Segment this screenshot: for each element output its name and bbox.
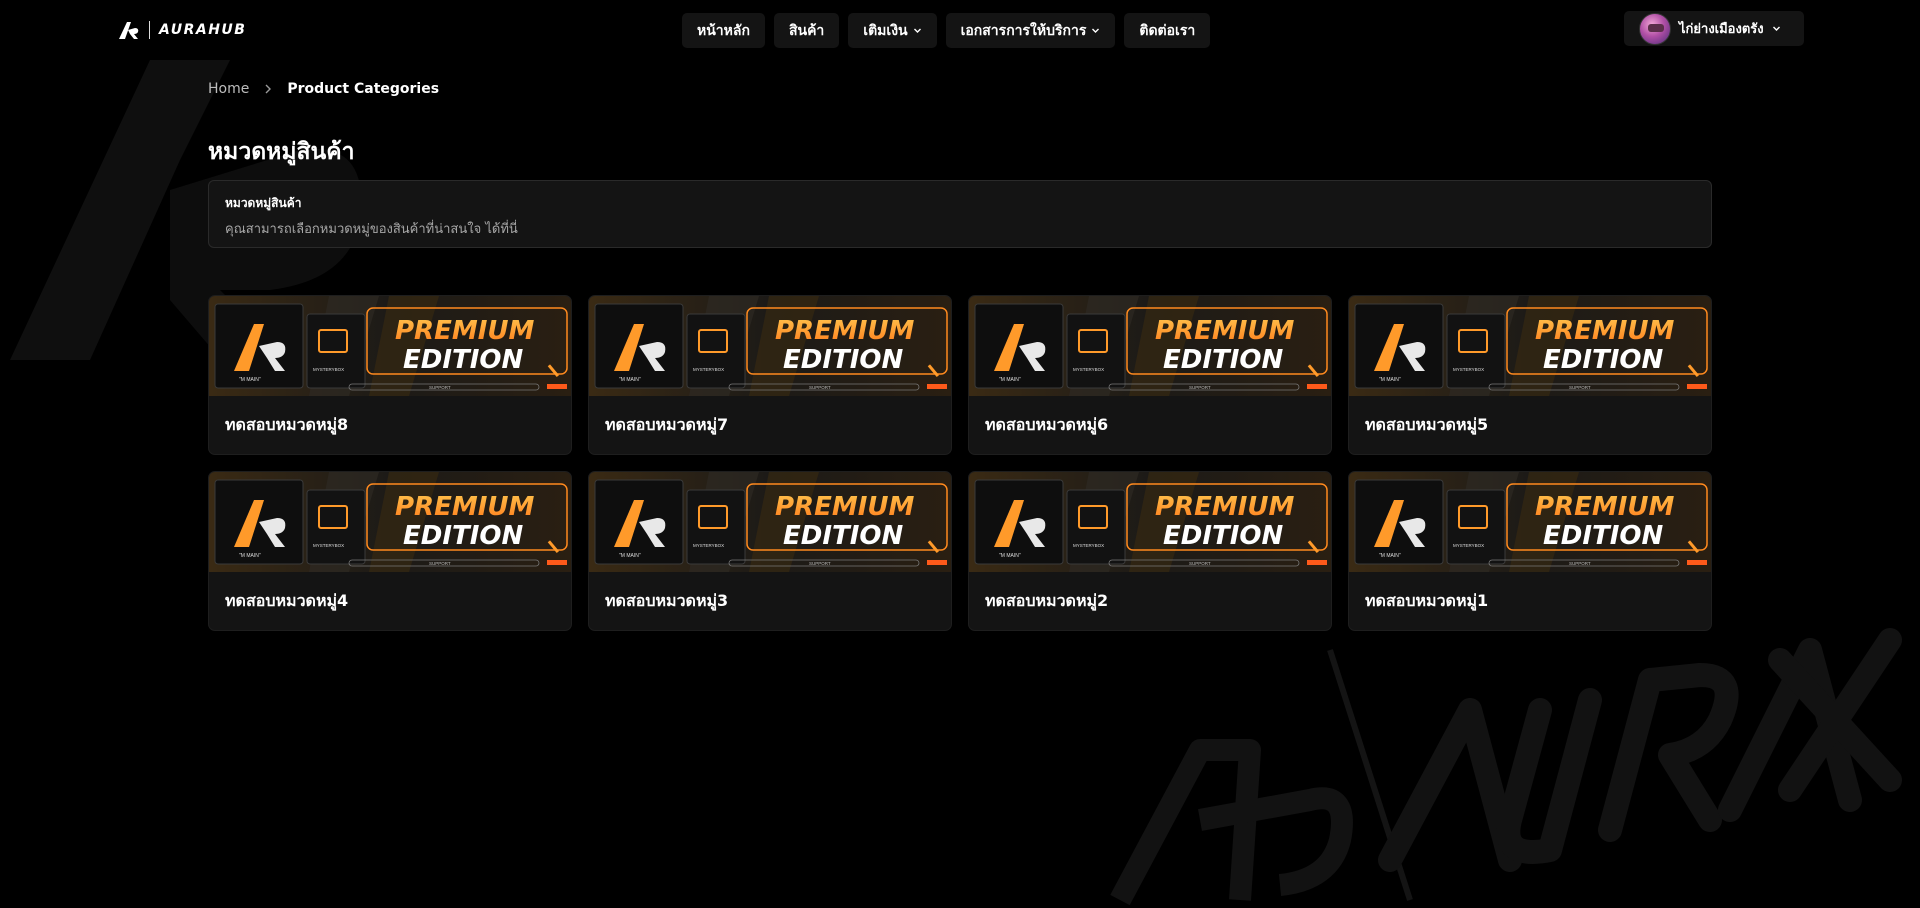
- category-banner-image: "M MAIN" MYSTERYBOX PREMIUM EDITION SUPP…: [1349, 472, 1711, 572]
- banner-support-text: SUPPORT: [809, 385, 831, 390]
- category-card-title: ทดสอบหมวดหมู่7: [605, 414, 729, 434]
- profile-menu-button[interactable]: ไก่ย่างเมืองตรัง: [1624, 11, 1804, 46]
- nav-contact-label: ติดต่อเรา: [1139, 22, 1196, 39]
- svg-text:MYSTERYBOX: MYSTERYBOX: [1453, 367, 1484, 372]
- svg-text:"M MAIN": "M MAIN": [619, 553, 641, 559]
- breadcrumb-home-link[interactable]: Home: [208, 81, 249, 97]
- nav-products[interactable]: สินค้า: [773, 13, 840, 48]
- banner-edition-text: EDITION: [1163, 345, 1284, 375]
- nav-service-docs-label: เอกสารการให้บริการ: [960, 22, 1087, 39]
- banner-support-text: SUPPORT: [1189, 561, 1211, 566]
- category-card-title: ทดสอบหมวดหมู่4: [225, 590, 349, 610]
- banner-premium-text: PREMIUM: [1155, 492, 1294, 522]
- banner-premium-text: PREMIUM: [1155, 316, 1294, 346]
- svg-text:"M MAIN": "M MAIN": [239, 553, 261, 559]
- nav-home-label: หน้าหลัก: [697, 22, 750, 39]
- avatar: [1639, 12, 1671, 45]
- category-card[interactable]: "M MAIN" MYSTERYBOX PREMIUM EDITION SUPP…: [588, 295, 952, 455]
- category-card[interactable]: "M MAIN" MYSTERYBOX PREMIUM EDITION SUPP…: [208, 471, 572, 631]
- category-banner-image: "M MAIN" MYSTERYBOX PREMIUM EDITION SUPP…: [969, 296, 1331, 396]
- banner-edition-text: EDITION: [403, 521, 524, 551]
- category-card-title: ทดสอบหมวดหมู่2: [985, 590, 1109, 610]
- svg-text:MYSTERYBOX: MYSTERYBOX: [693, 367, 724, 372]
- category-card[interactable]: "M MAIN" MYSTERYBOX PREMIUM EDITION SUPP…: [968, 471, 1332, 631]
- chevron-down-icon: [1772, 26, 1780, 31]
- info-box: หมวดหมู่สินค้า คุณสามารถเลือกหมวดหมู่ของ…: [208, 180, 1712, 248]
- svg-text:MYSTERYBOX: MYSTERYBOX: [1453, 543, 1484, 548]
- chevron-right-icon: [265, 84, 272, 94]
- page-title: หมวดหมู่สินค้า: [208, 139, 355, 165]
- category-grid: "M MAIN" MYSTERYBOX PREMIUM EDITION SUPP…: [208, 295, 1712, 631]
- category-card[interactable]: "M MAIN" MYSTERYBOX PREMIUM EDITION SUPP…: [1348, 295, 1712, 455]
- info-title: หมวดหมู่สินค้า: [225, 196, 302, 210]
- category-banner-image: "M MAIN" MYSTERYBOX PREMIUM EDITION SUPP…: [209, 296, 571, 396]
- brand-logo[interactable]: AURAHUB: [118, 18, 246, 42]
- svg-text:"M MAIN": "M MAIN": [999, 377, 1021, 383]
- banner-premium-text: PREMIUM: [775, 492, 914, 522]
- nav-service-docs[interactable]: เอกสารการให้บริการ: [945, 13, 1116, 48]
- banner-edition-text: EDITION: [1543, 521, 1664, 551]
- banner-support-text: SUPPORT: [1569, 385, 1591, 390]
- brand-name: AURAHUB: [159, 22, 247, 38]
- svg-text:MYSTERYBOX: MYSTERYBOX: [313, 367, 344, 372]
- info-description: คุณสามารถเลือกหมวดหมู่ของสินค้าที่น่าสนใ…: [225, 222, 518, 237]
- banner-support-text: SUPPORT: [1189, 385, 1211, 390]
- banner-premium-text: PREMIUM: [395, 492, 534, 522]
- category-banner-image: "M MAIN" MYSTERYBOX PREMIUM EDITION SUPP…: [1349, 296, 1711, 396]
- banner-premium-text: PREMIUM: [395, 316, 534, 346]
- breadcrumb-current: Product Categories: [287, 81, 440, 97]
- banner-premium-text: PREMIUM: [1535, 316, 1674, 346]
- chevron-down-icon: [1092, 28, 1100, 33]
- banner-premium-text: PREMIUM: [1535, 492, 1674, 522]
- nav-topup-label: เติมเงิน: [863, 22, 908, 39]
- top-header: AURAHUB หน้าหลัก สินค้า เติมเงิน เอกสารก…: [0, 0, 1920, 60]
- category-banner-image: "M MAIN" MYSTERYBOX PREMIUM EDITION SUPP…: [209, 472, 571, 572]
- main-nav: หน้าหลัก สินค้า เติมเงิน เอกสารการให้บริ…: [682, 13, 1211, 48]
- svg-text:"M MAIN": "M MAIN": [1379, 553, 1401, 559]
- svg-text:"M MAIN": "M MAIN": [619, 377, 641, 383]
- nav-home[interactable]: หน้าหลัก: [682, 13, 765, 48]
- banner-edition-text: EDITION: [783, 345, 904, 375]
- profile-name: ไก่ย่างเมืองตรัง: [1679, 22, 1764, 37]
- banner-edition-text: EDITION: [1543, 345, 1664, 375]
- category-card-title: ทดสอบหมวดหมู่1: [1365, 590, 1489, 610]
- category-card-title: ทดสอบหมวดหมู่3: [605, 590, 729, 610]
- category-card[interactable]: "M MAIN" MYSTERYBOX PREMIUM EDITION SUPP…: [968, 295, 1332, 455]
- nav-products-label: สินค้า: [788, 22, 825, 39]
- aurahub-logo-icon: [119, 22, 139, 39]
- category-banner-image: "M MAIN" MYSTERYBOX PREMIUM EDITION SUPP…: [589, 472, 951, 572]
- category-card-title: ทดสอบหมวดหมู่6: [985, 414, 1109, 434]
- svg-text:"M MAIN": "M MAIN": [999, 553, 1021, 559]
- logo-divider: [149, 21, 150, 39]
- banner-support-text: SUPPORT: [809, 561, 831, 566]
- category-banner-image: "M MAIN" MYSTERYBOX PREMIUM EDITION SUPP…: [969, 472, 1331, 572]
- svg-text:"M MAIN": "M MAIN": [239, 377, 261, 383]
- nav-topup[interactable]: เติมเงิน: [848, 13, 937, 48]
- category-card-title: ทดสอบหมวดหมู่8: [225, 414, 349, 434]
- svg-text:"M MAIN": "M MAIN": [1379, 377, 1401, 383]
- svg-text:MYSTERYBOX: MYSTERYBOX: [1073, 543, 1104, 548]
- banner-edition-text: EDITION: [403, 345, 524, 375]
- chevron-down-icon: [913, 28, 921, 33]
- nav-contact[interactable]: ติดต่อเรา: [1124, 13, 1211, 48]
- banner-edition-text: EDITION: [783, 521, 904, 551]
- banner-support-text: SUPPORT: [429, 561, 451, 566]
- breadcrumb: Home Product Categories: [208, 81, 439, 97]
- svg-text:MYSTERYBOX: MYSTERYBOX: [1073, 367, 1104, 372]
- banner-edition-text: EDITION: [1163, 521, 1284, 551]
- svg-text:MYSTERYBOX: MYSTERYBOX: [693, 543, 724, 548]
- svg-text:MYSTERYBOX: MYSTERYBOX: [313, 543, 344, 548]
- category-card[interactable]: "M MAIN" MYSTERYBOX PREMIUM EDITION SUPP…: [588, 471, 952, 631]
- category-card-title: ทดสอบหมวดหมู่5: [1365, 414, 1489, 434]
- banner-support-text: SUPPORT: [429, 385, 451, 390]
- banner-support-text: SUPPORT: [1569, 561, 1591, 566]
- category-card[interactable]: "M MAIN" MYSTERYBOX PREMIUM EDITION SUPP…: [1348, 471, 1712, 631]
- category-banner-image: "M MAIN" MYSTERYBOX PREMIUM EDITION SUPP…: [589, 296, 951, 396]
- category-card[interactable]: "M MAIN" MYSTERYBOX PREMIUM EDITION SUPP…: [208, 295, 572, 455]
- banner-premium-text: PREMIUM: [775, 316, 914, 346]
